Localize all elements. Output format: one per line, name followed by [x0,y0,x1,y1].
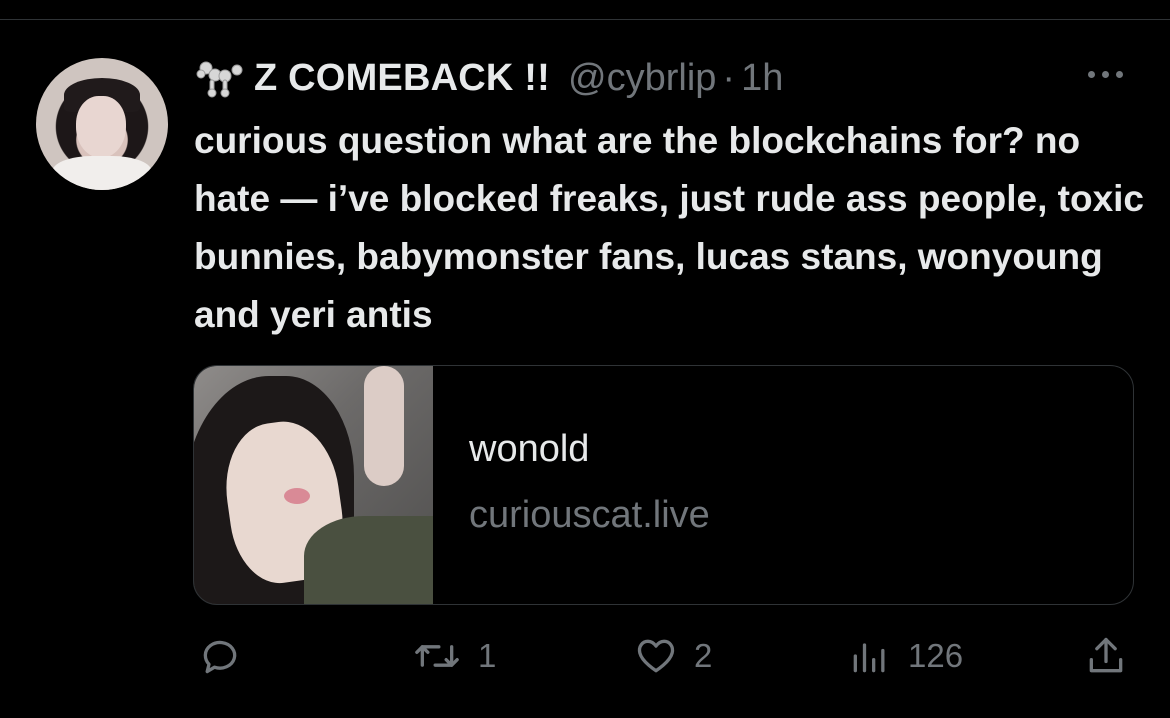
timestamp[interactable]: 1h [741,57,783,100]
display-name[interactable]: Z COMEBACK !! [254,57,550,100]
views-count: 126 [908,637,964,674]
more-icon[interactable] [1088,64,1132,84]
user-handle[interactable]: @cybrlip [568,57,716,100]
reply-button[interactable] [198,626,242,686]
avatar-face [76,96,126,158]
like-button[interactable]: 2 [634,626,712,686]
views-button[interactable]: 126 [848,626,963,686]
header-separator: · [722,56,736,99]
retweet-button[interactable]: 1 [412,626,496,686]
card-image-arm [364,366,404,486]
heart-icon [634,634,678,678]
card-title: wonold [469,428,590,470]
tweet-header: Z COMEBACK !! @cybrlip · 1h [194,54,783,102]
reply-icon [198,634,242,678]
card-domain: curiouscat.live [469,494,710,536]
views-icon [848,634,892,678]
card-image-lips [284,488,310,504]
card-image [194,366,433,604]
share-icon [1084,634,1128,678]
link-card[interactable]: wonold curiouscat.live [193,365,1134,605]
retweet-count: 1 [478,637,497,674]
avatar[interactable] [36,58,168,190]
card-image-shirt [304,516,433,604]
tweet-text: curious question what are the blockchain… [194,120,1145,335]
more-dot [1102,70,1109,78]
more-dot [1088,70,1095,78]
like-count: 2 [694,637,713,674]
share-button[interactable] [1084,626,1128,686]
more-dot [1116,70,1123,78]
poodle-icon [194,58,246,98]
avatar-shirt [52,156,152,190]
action-bar: 1 2 126 [194,626,1134,686]
top-divider [0,19,1170,20]
retweet-icon [412,634,462,678]
